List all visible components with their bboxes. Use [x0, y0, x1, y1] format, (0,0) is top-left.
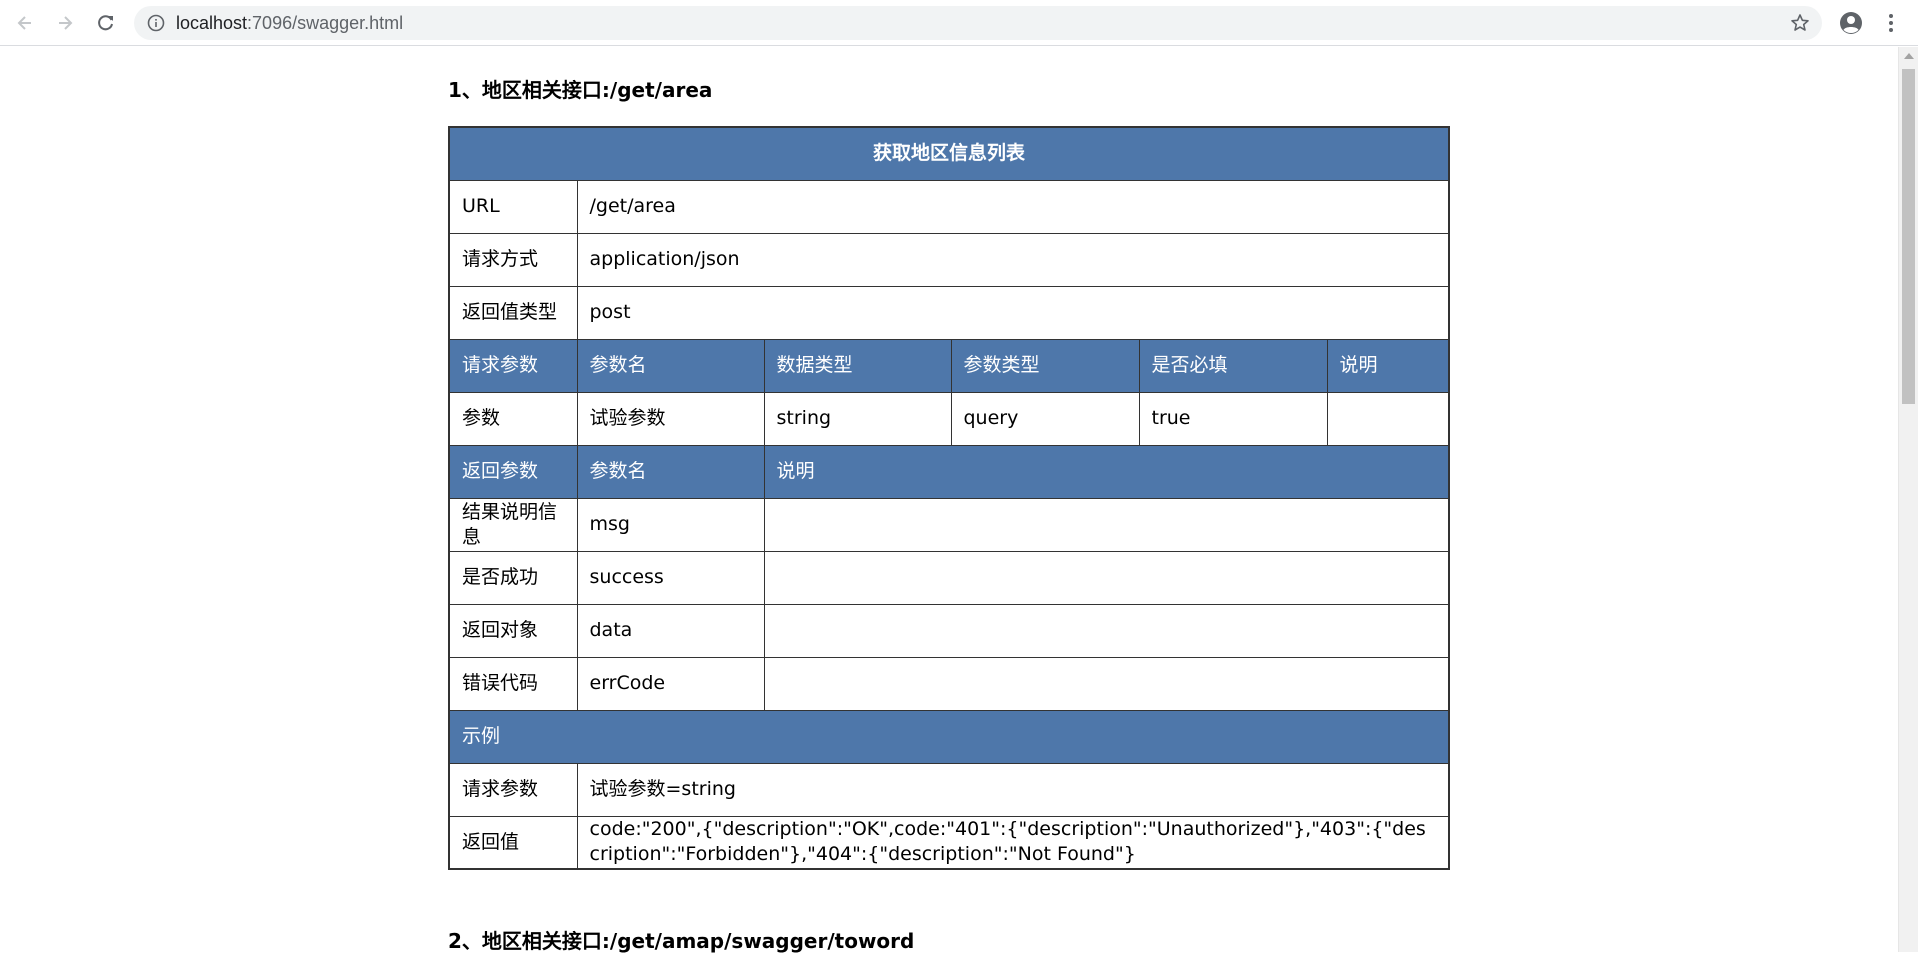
section-title-2: 2、地区相关接口:/get/amap/swagger/toword: [448, 929, 915, 953]
example-response-label: 返回值: [448, 815, 578, 870]
table-cell: success: [576, 550, 765, 605]
example-request-value: 试验参数=string: [576, 762, 1450, 817]
example-label: 示例: [448, 709, 1450, 764]
return-type-label: 返回值类型: [448, 285, 578, 340]
method-label: 请求方式: [448, 232, 578, 287]
api-table: 获取地区信息列表 URL /get/area 请求方式 application/…: [448, 126, 1451, 870]
forward-button[interactable]: [52, 10, 78, 36]
example-request-row: 请求参数 试验参数=string: [448, 762, 1450, 817]
example-request-label: 请求参数: [448, 762, 578, 817]
table-cell: query: [950, 391, 1140, 446]
url-label: URL: [448, 179, 578, 234]
table-cell: 错误代码: [448, 656, 578, 711]
reload-icon: [98, 15, 113, 31]
response-param-row: 是否成功 success: [448, 550, 1450, 605]
table-row: 返回值类型 post: [448, 285, 1450, 340]
table-cell: 返回对象: [448, 603, 578, 658]
request-header-row: 请求参数 参数名 数据类型 参数类型 是否必填 说明: [448, 338, 1450, 393]
account-button[interactable]: [1838, 10, 1864, 36]
reload-button[interactable]: [93, 10, 119, 36]
header-cell: 数据类型: [763, 338, 952, 393]
method-value: application/json: [576, 232, 1450, 287]
header-cell: 请求参数: [448, 338, 578, 393]
header-cell: 参数名: [576, 338, 765, 393]
table-cell: [763, 497, 1450, 552]
info-icon[interactable]: [147, 14, 165, 32]
header-cell: 参数类型: [950, 338, 1140, 393]
section-title-1: 1、地区相关接口:/get/area: [448, 78, 713, 102]
header-cell: 返回参数: [448, 444, 578, 499]
kebab-menu-icon: [1889, 14, 1893, 32]
return-type-value: post: [576, 285, 1450, 340]
table-row: URL /get/area: [448, 179, 1450, 234]
table-cell: 是否成功: [448, 550, 578, 605]
table-cell: errCode: [576, 656, 765, 711]
table-caption: 获取地区信息列表: [448, 126, 1450, 181]
table-cell: 参数: [448, 391, 578, 446]
example-response-row: 返回值 code:"200",{"description":"OK",code:…: [448, 815, 1450, 870]
star-icon[interactable]: [1790, 13, 1810, 33]
table-cell: [763, 550, 1450, 605]
response-param-row: 结果说明信息 msg: [448, 497, 1450, 552]
request-param-row: 参数 试验参数 string query true: [448, 391, 1450, 446]
back-button[interactable]: [12, 10, 38, 36]
arrow-right-icon: [59, 16, 73, 30]
table-cell: 试验参数: [576, 391, 765, 446]
header-cell: 说明: [1326, 338, 1450, 393]
response-param-row: 错误代码 errCode: [448, 656, 1450, 711]
url-path: :7096/swagger.html: [247, 13, 404, 33]
table-cell: true: [1138, 391, 1328, 446]
url-host: localhost: [176, 13, 248, 33]
response-param-row: 返回对象 data: [448, 603, 1450, 658]
table-cell: 结果说明信息: [448, 497, 578, 552]
table-cell: msg: [576, 497, 765, 552]
vertical-scrollbar[interactable]: [1898, 47, 1918, 952]
response-header-row: 返回参数 参数名 说明: [448, 444, 1450, 499]
header-cell: 是否必填: [1138, 338, 1328, 393]
menu-button[interactable]: [1878, 10, 1904, 36]
example-header-row: 示例: [448, 709, 1450, 764]
browser-toolbar: localhost:7096/swagger.html: [0, 0, 1918, 46]
scrollbar-thumb[interactable]: [1902, 69, 1915, 404]
header-cell: 说明: [763, 444, 1450, 499]
table-cell: [763, 603, 1450, 658]
example-response-value: code:"200",{"description":"OK",code:"401…: [576, 815, 1450, 870]
url-text[interactable]: localhost:7096/swagger.html: [176, 13, 403, 33]
table-cell: data: [576, 603, 765, 658]
address-bar[interactable]: localhost:7096/swagger.html: [134, 6, 1822, 40]
arrow-left-icon: [17, 16, 31, 30]
table-cell: string: [763, 391, 952, 446]
table-row: 请求方式 application/json: [448, 232, 1450, 287]
table-caption-row: 获取地区信息列表: [448, 126, 1450, 181]
table-cell: [763, 656, 1450, 711]
url-value: /get/area: [576, 179, 1450, 234]
header-cell: 参数名: [576, 444, 765, 499]
scroll-up-icon[interactable]: [1904, 53, 1914, 59]
account-icon: [1840, 12, 1862, 34]
table-cell: [1326, 391, 1450, 446]
